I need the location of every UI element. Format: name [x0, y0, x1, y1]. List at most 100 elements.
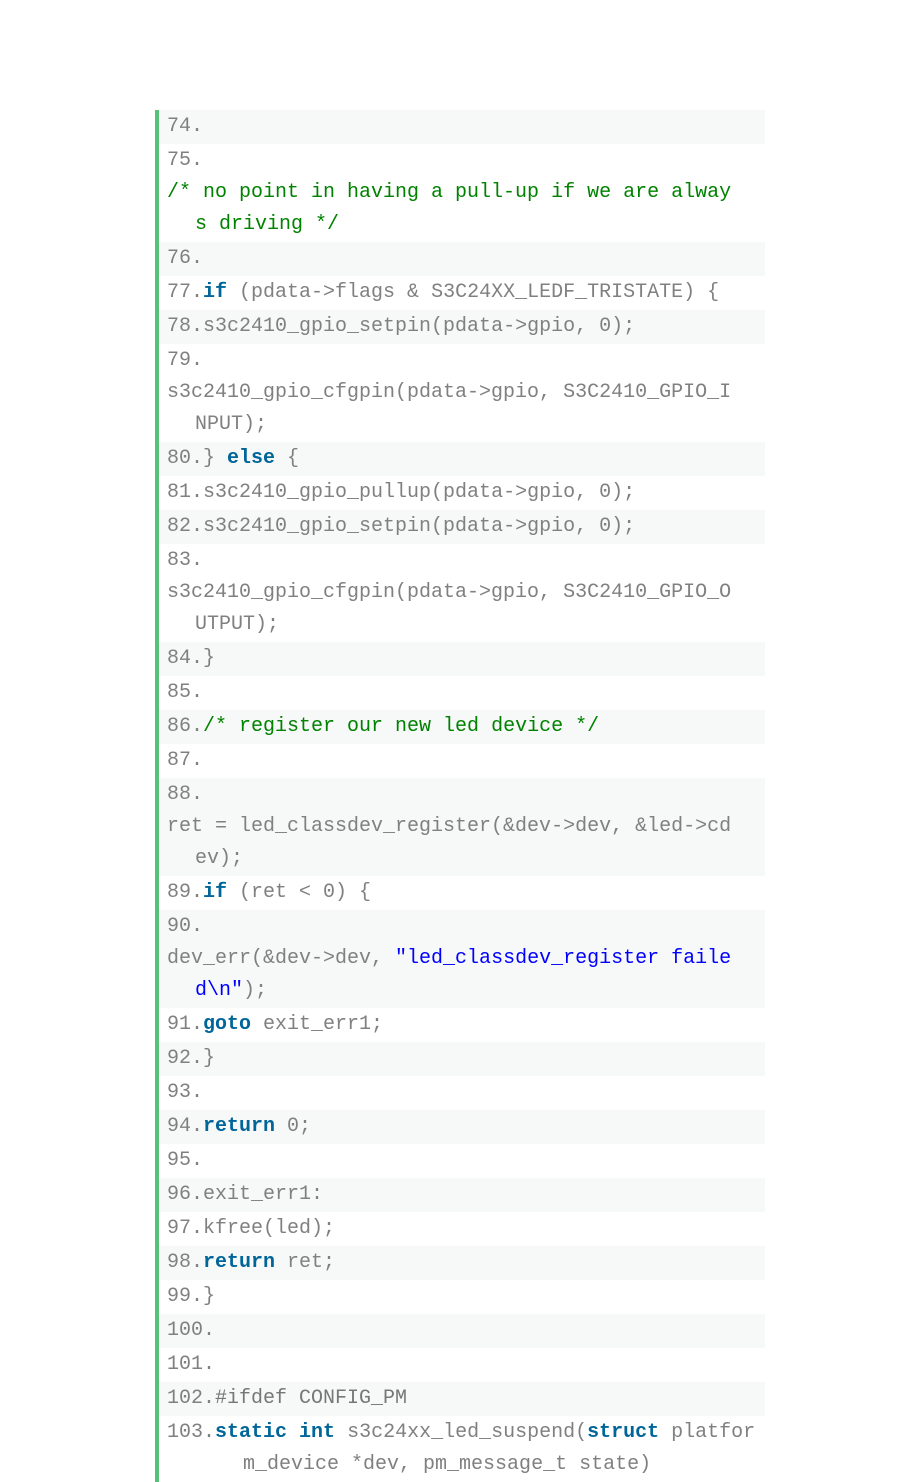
code-line: 89.if (ret < 0) {	[159, 876, 765, 910]
code-token: exit_err1:	[203, 1183, 323, 1206]
code-token: ret;	[275, 1251, 335, 1274]
line-number: 76.	[167, 243, 203, 275]
line-number: 97.	[167, 1213, 203, 1245]
code-text-wrap: d\n");	[167, 975, 731, 1007]
code-line: 84.}	[159, 642, 765, 676]
code-token: return	[203, 1251, 275, 1274]
line-number: 87.	[167, 745, 203, 777]
code-line: 91.goto exit_err1;	[159, 1008, 765, 1042]
code-token: ret = led_classdev_register(&dev->dev, &…	[167, 815, 731, 838]
code-token: );	[243, 979, 267, 1002]
line-number: 102.	[167, 1383, 215, 1415]
code-text-wrap: ev);	[167, 843, 731, 875]
code-line: 102. #ifdef CONFIG_PM	[159, 1382, 765, 1416]
line-number: 99.	[167, 1281, 203, 1313]
line-number: 78.	[167, 311, 203, 343]
code-text: s3c2410_gpio_cfgpin(pdata->gpio, S3C2410…	[167, 577, 731, 641]
line-number: 98.	[167, 1247, 203, 1279]
code-line: 94.return 0;	[159, 1110, 765, 1144]
line-number: 80.	[167, 443, 203, 475]
code-token: NPUT);	[195, 413, 267, 436]
code-line: 87.	[159, 744, 765, 778]
code-token: }	[203, 1285, 215, 1308]
code-text: exit_err1:	[203, 1179, 323, 1211]
code-line: 96. exit_err1:	[159, 1178, 765, 1212]
code-token: s3c24xx_led_suspend(	[335, 1421, 587, 1444]
line-number: 100.	[167, 1315, 215, 1347]
line-number: 88.	[167, 779, 203, 811]
code-text: dev_err(&dev->dev, "led_classdev_registe…	[167, 943, 731, 1007]
line-number: 101.	[167, 1349, 215, 1381]
line-number: 94.	[167, 1111, 203, 1143]
line-number: 84.	[167, 643, 203, 675]
code-line: 95.	[159, 1144, 765, 1178]
line-number: 86.	[167, 711, 203, 743]
line-number: 81.	[167, 477, 203, 509]
code-token: static	[215, 1421, 287, 1444]
code-line: 83.s3c2410_gpio_cfgpin(pdata->gpio, S3C2…	[159, 544, 765, 642]
code-token: struct	[587, 1421, 659, 1444]
code-token: UTPUT);	[195, 613, 279, 636]
code-text: s3c2410_gpio_setpin(pdata->gpio, 0);	[203, 311, 635, 343]
line-number: 90.	[167, 911, 203, 943]
line-number: 83.	[167, 545, 203, 577]
code-text-wrap: NPUT);	[167, 409, 731, 441]
code-token: dev_err(&dev->dev,	[167, 947, 395, 970]
line-number: 75.	[167, 145, 203, 177]
code-line: 97.kfree(led);	[159, 1212, 765, 1246]
code-text: }	[203, 1043, 215, 1075]
code-line: 100.	[159, 1314, 765, 1348]
code-text: return ret;	[203, 1247, 335, 1279]
code-token: /* no point in having a pull-up if we ar…	[167, 181, 731, 204]
code-token: ev);	[195, 847, 243, 870]
code-token: if	[203, 881, 227, 904]
line-number: 96.	[167, 1179, 203, 1211]
code-line: 92.}	[159, 1042, 765, 1076]
code-line: 93.	[159, 1076, 765, 1110]
code-text: s3c2410_gpio_cfgpin(pdata->gpio, S3C2410…	[167, 377, 731, 441]
code-token: exit_err1;	[251, 1013, 383, 1036]
code-text: s3c2410_gpio_setpin(pdata->gpio, 0);	[203, 511, 635, 543]
code-text: #ifdef CONFIG_PM	[215, 1383, 407, 1415]
code-line: 75. /* no point in having a pull-up if we…	[159, 144, 765, 242]
code-line: 98.return ret;	[159, 1246, 765, 1280]
code-token: int	[299, 1421, 335, 1444]
code-text: }	[203, 643, 215, 675]
code-token: s3c2410_gpio_cfgpin(pdata->gpio, S3C2410…	[167, 381, 731, 404]
code-token: "led_classdev_register faile	[395, 947, 731, 970]
code-line: 82.s3c2410_gpio_setpin(pdata->gpio, 0);	[159, 510, 765, 544]
code-line: 103. static int s3c24xx_led_suspend(stru…	[159, 1416, 765, 1482]
code-text: ret = led_classdev_register(&dev->dev, &…	[167, 811, 731, 875]
line-number: 74.	[167, 111, 203, 143]
line-number: 89.	[167, 877, 203, 909]
code-token: d\n"	[195, 979, 243, 1002]
code-text: } else {	[203, 443, 299, 475]
code-text: /* no point in having a pull-up if we ar…	[167, 177, 731, 241]
code-line: 76.	[159, 242, 765, 276]
code-token: }	[203, 1047, 215, 1070]
code-block: 74.75. /* no point in having a pull-up if…	[155, 110, 765, 1482]
line-number: 79.	[167, 345, 203, 377]
code-token: /* register our new led device */	[203, 715, 599, 738]
line-number: 85.	[167, 677, 203, 709]
line-number: 82.	[167, 511, 203, 543]
code-line: 90.dev_err(&dev->dev, "led_classdev_regi…	[159, 910, 765, 1008]
code-token: s3c2410_gpio_setpin(pdata->gpio, 0);	[203, 515, 635, 538]
code-text: }	[203, 1281, 215, 1313]
code-text: if (pdata->flags & S3C24XX_LEDF_TRISTATE…	[203, 277, 719, 309]
code-token	[287, 1421, 299, 1444]
code-text: static int s3c24xx_led_suspend(struct pl…	[215, 1417, 755, 1481]
line-number: 91.	[167, 1009, 203, 1041]
code-line: 81.s3c2410_gpio_pullup(pdata->gpio, 0);	[159, 476, 765, 510]
code-line: 80.} else {	[159, 442, 765, 476]
code-token: else	[227, 447, 275, 470]
code-line: 88. ret = led_classdev_register(&dev->dev…	[159, 778, 765, 876]
code-line: 77.if (pdata->flags & S3C24XX_LEDF_TRIST…	[159, 276, 765, 310]
document-page: 74.75. /* no point in having a pull-up if…	[0, 0, 920, 1482]
code-token: if	[203, 281, 227, 304]
code-token: }	[203, 647, 215, 670]
code-token: #ifdef CONFIG_PM	[215, 1387, 407, 1410]
code-token: (pdata->flags & S3C24XX_LEDF_TRISTATE) {	[227, 281, 719, 304]
line-number: 77.	[167, 277, 203, 309]
code-text: if (ret < 0) {	[203, 877, 371, 909]
